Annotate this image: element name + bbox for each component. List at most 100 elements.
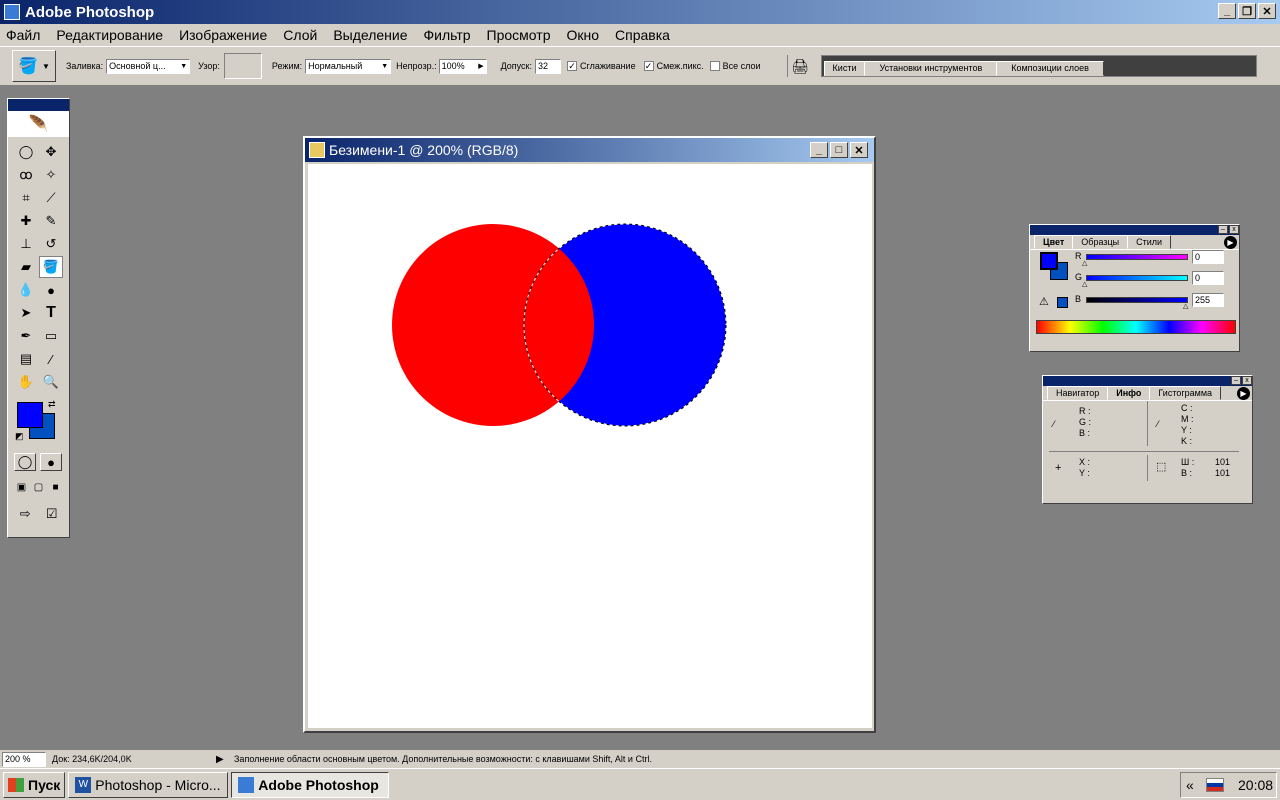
- minimize-button[interactable]: _: [1218, 3, 1236, 19]
- mode-select[interactable]: Нормальный ▼: [305, 58, 392, 74]
- doc-maximize-button[interactable]: □: [830, 142, 848, 158]
- paint-bucket-icon: 🪣: [18, 58, 38, 75]
- path-select-icon[interactable]: ➤: [14, 302, 38, 324]
- language-flag-icon[interactable]: [1206, 778, 1224, 792]
- tab-styles[interactable]: Стили: [1127, 235, 1172, 249]
- tab-tool-presets[interactable]: Установки инструментов: [864, 61, 998, 76]
- document-titlebar[interactable]: Безимени-1 @ 200% (RGB/8) _ □ ✕: [305, 138, 874, 162]
- menu-image[interactable]: Изображение: [179, 27, 275, 43]
- color-fg-swatch[interactable]: [1040, 252, 1058, 270]
- history-brush-icon[interactable]: ↺: [39, 233, 63, 255]
- start-button[interactable]: Пуск: [3, 771, 66, 798]
- contiguous-checkbox[interactable]: ✓: [643, 61, 654, 71]
- photoshop-logo-icon: [4, 4, 20, 20]
- taskbar-item-photoshop[interactable]: Adobe Photoshop: [231, 771, 390, 798]
- menu-window[interactable]: Окно: [566, 27, 607, 43]
- clone-stamp-icon[interactable]: ⊥: [14, 233, 38, 255]
- g-slider[interactable]: [1086, 275, 1188, 281]
- menu-edit[interactable]: Редактирование: [56, 27, 171, 43]
- g-value-input[interactable]: 0: [1192, 271, 1224, 285]
- quick-mask-icon[interactable]: ●: [40, 453, 62, 471]
- opacity-input[interactable]: 100% ▶: [438, 58, 487, 74]
- tray-expand-button[interactable]: «: [1186, 777, 1200, 793]
- imageready-check-icon[interactable]: ☑: [41, 503, 64, 525]
- magic-wand-icon[interactable]: ✧: [39, 164, 63, 186]
- tab-swatches[interactable]: Образцы: [1072, 235, 1129, 249]
- menu-select[interactable]: Выделение: [333, 27, 415, 43]
- tool-preset-picker[interactable]: 🪣 ▼: [12, 50, 56, 82]
- standard-mode-icon[interactable]: ◯: [14, 453, 36, 471]
- b-slider[interactable]: [1086, 297, 1188, 303]
- dodge-icon[interactable]: ●: [39, 279, 63, 301]
- eyedropper-icon[interactable]: ⁄: [39, 348, 63, 370]
- pattern-picker[interactable]: [223, 53, 262, 79]
- taskbar-item-word[interactable]: W Photoshop - Micro...: [68, 771, 229, 798]
- fill-select[interactable]: Основной ц... ▼: [106, 58, 191, 74]
- color-panel-close[interactable]: x: [1229, 225, 1239, 234]
- paint-bucket-icon[interactable]: 🪣: [39, 256, 63, 278]
- tab-layer-comps[interactable]: Композиции слоев: [996, 61, 1104, 76]
- antialias-checkbox[interactable]: ✓: [567, 61, 577, 71]
- r-slider-thumb[interactable]: △: [1082, 259, 1087, 267]
- crop-icon[interactable]: ⌗: [14, 187, 38, 209]
- status-menu-arrow-icon[interactable]: ▶: [216, 754, 230, 765]
- lasso-icon[interactable]: ꝏ: [14, 164, 38, 186]
- r-slider[interactable]: [1086, 254, 1188, 260]
- screen-mode-full-icon[interactable]: ■: [48, 479, 63, 495]
- swap-colors-icon[interactable]: ⇄: [48, 399, 56, 410]
- menu-layer[interactable]: Слой: [283, 27, 325, 43]
- foreground-color-swatch[interactable]: [17, 402, 43, 428]
- type-icon[interactable]: T: [39, 302, 63, 324]
- move-icon[interactable]: ✥: [39, 141, 63, 163]
- color-panel-menu-icon[interactable]: ▶: [1224, 236, 1237, 249]
- web-color-swatch[interactable]: [1057, 297, 1068, 308]
- brush-icon[interactable]: ✎: [39, 210, 63, 232]
- b-slider-thumb[interactable]: △: [1183, 302, 1188, 310]
- all-layers-checkbox[interactable]: [709, 61, 720, 71]
- screen-mode-standard-icon[interactable]: ▣: [14, 479, 29, 495]
- tolerance-input[interactable]: 32: [535, 58, 561, 74]
- menu-file[interactable]: Файл: [6, 27, 48, 43]
- doc-minimize-button[interactable]: _: [810, 142, 828, 158]
- tab-color[interactable]: Цвет: [1034, 235, 1074, 249]
- info-k-label: K :: [1181, 436, 1193, 446]
- zoom-input[interactable]: 200 %: [2, 751, 46, 767]
- color-panel-minimize[interactable]: –: [1218, 225, 1228, 234]
- default-colors-icon[interactable]: ◩: [15, 431, 24, 442]
- imageready-jump-icon[interactable]: ⇨: [14, 503, 37, 525]
- tab-brushes[interactable]: Кисти: [823, 61, 866, 76]
- g-slider-thumb[interactable]: △: [1082, 280, 1087, 288]
- menu-filter[interactable]: Фильтр: [424, 27, 479, 43]
- menu-view[interactable]: Просмотр: [487, 27, 559, 43]
- screen-mode-full-menu-icon[interactable]: ▢: [31, 479, 46, 495]
- tab-navigator[interactable]: Навигатор: [1047, 386, 1109, 400]
- document-canvas[interactable]: [308, 164, 872, 728]
- notes-icon[interactable]: ▤: [14, 348, 38, 370]
- hand-icon[interactable]: ✋: [14, 371, 38, 393]
- info-panel-close[interactable]: x: [1242, 376, 1252, 385]
- word-icon: W: [75, 776, 92, 793]
- close-button[interactable]: ✕: [1258, 3, 1276, 19]
- palette-well-icon[interactable]: 🖨: [786, 55, 809, 77]
- eraser-icon[interactable]: ▰: [14, 256, 38, 278]
- healing-brush-icon[interactable]: ✚: [14, 210, 38, 232]
- doc-close-button[interactable]: ✕: [850, 142, 868, 158]
- zoom-icon[interactable]: 🔍: [39, 371, 63, 393]
- restore-button[interactable]: ❐: [1238, 3, 1256, 19]
- tab-histogram[interactable]: Гистограмма: [1149, 386, 1222, 400]
- info-panel-minimize[interactable]: –: [1231, 376, 1241, 385]
- info-panel-menu-icon[interactable]: ▶: [1237, 387, 1250, 400]
- color-panel: – x Цвет Образцы Стили ▶ ⚠ R △ 0 G △ 0 B …: [1029, 224, 1240, 352]
- r-value-input[interactable]: 0: [1192, 250, 1224, 264]
- menu-help[interactable]: Справка: [615, 27, 678, 43]
- marquee-icon[interactable]: ◯: [14, 141, 38, 163]
- tab-info[interactable]: Инфо: [1107, 386, 1151, 400]
- blur-icon[interactable]: 💧: [14, 279, 38, 301]
- shape-icon[interactable]: ▭: [39, 325, 63, 347]
- b-value-input[interactable]: 255: [1192, 293, 1224, 307]
- slice-icon[interactable]: ⟋: [39, 187, 63, 209]
- color-spectrum-ramp[interactable]: [1036, 320, 1236, 334]
- adobe-feather-logo[interactable]: 🪶: [8, 111, 69, 137]
- gamut-warning-icon[interactable]: ⚠: [1039, 295, 1049, 308]
- pen-icon[interactable]: ✒: [14, 325, 38, 347]
